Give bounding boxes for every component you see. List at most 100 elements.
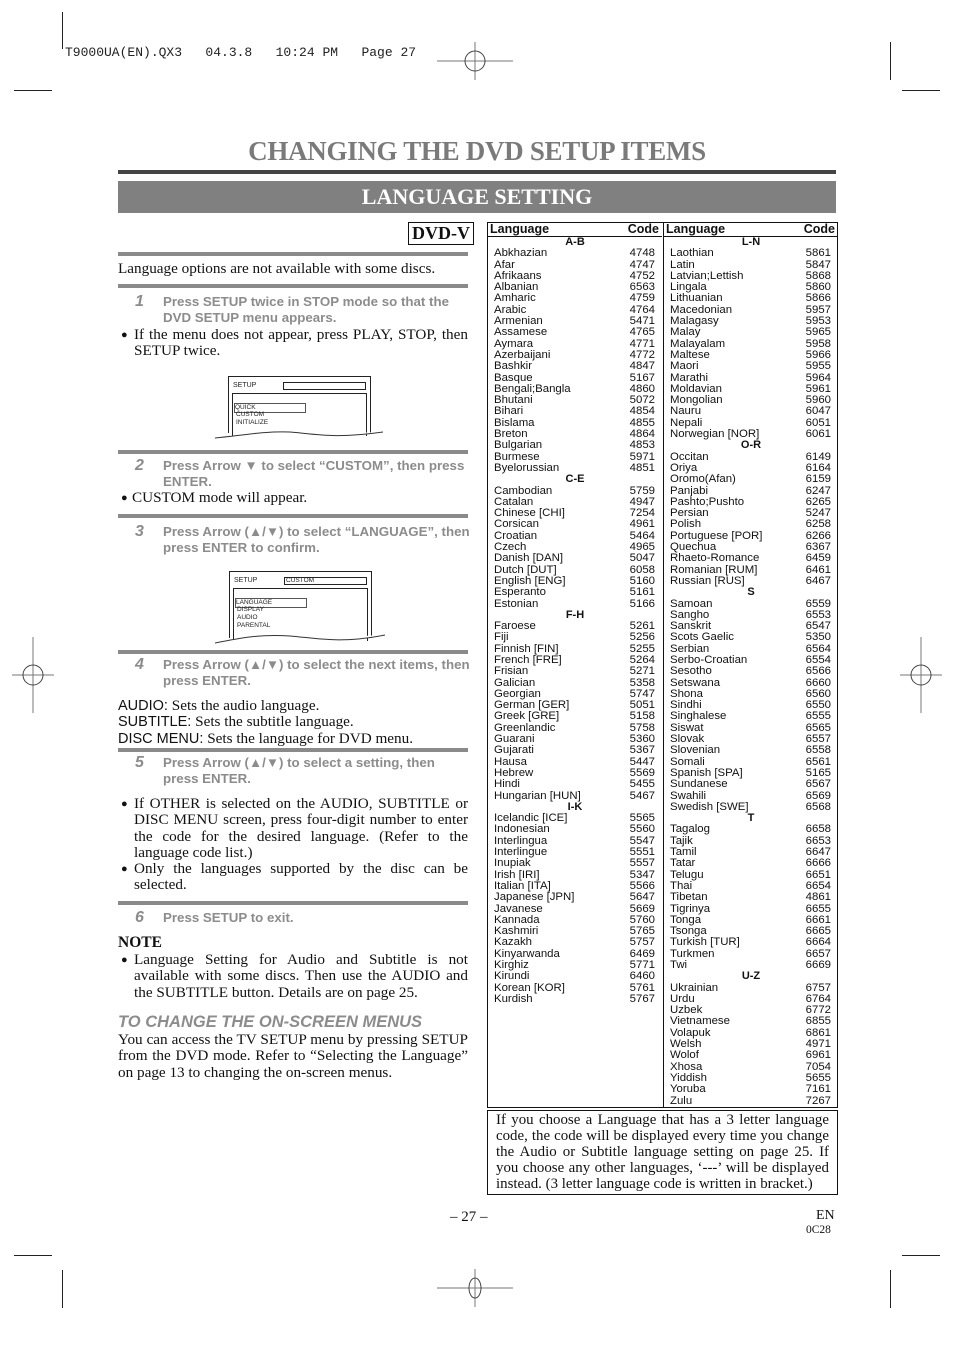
menu-item-display: DISPLAY <box>237 606 264 613</box>
language-code: 5047 <box>629 552 655 565</box>
bullet-item: ● If OTHER is selected on the AUDIO, SUB… <box>121 795 468 861</box>
language-code: 5271 <box>629 665 655 678</box>
bullet-icon: ● <box>121 798 128 810</box>
table-row: Japanese [JPN] 5647 <box>488 891 662 904</box>
language-name: Swedish [SWE] <box>670 800 749 813</box>
table-body-right: L-N Laothian 5861 Latin 5847 Latvian;Lettish 5… <box>664 236 838 1107</box>
language-code: 6566 <box>805 665 831 678</box>
language-code: 5367 <box>629 744 655 757</box>
table-row: Kirundi 6460 <box>488 970 662 983</box>
language-code: 6669 <box>805 959 831 971</box>
language-code-table: Language Code A-B Abkhazian 4748 Afar 4747 Af… <box>487 222 838 1108</box>
divider <box>118 284 468 288</box>
group-heading: C-E <box>565 473 585 486</box>
table-row: Bashkir 4847 <box>488 360 662 372</box>
table-row: Hindi 5455 <box>488 778 662 790</box>
page-title: CHANGING THE DVD SETUP ITEMS <box>248 136 706 166</box>
table-row: Rhaeto-Romance 6459 <box>664 552 838 564</box>
language-name: Inupiak <box>494 857 531 870</box>
table-row: Bulgarian 4853 <box>488 439 662 452</box>
language-code: 5161 <box>629 586 655 599</box>
registration-mark-icon <box>12 637 54 713</box>
language-code: 6558 <box>805 744 831 757</box>
language-name: Tibetan <box>670 891 708 904</box>
setup-screen-quick: SETUP QUICK CUSTOM INITIALIZE <box>228 376 371 436</box>
step-number: 5 <box>135 754 144 771</box>
registration-mark-icon <box>900 637 942 713</box>
step-2: 2 Press Arrow ▼ to select “CUSTOM”, then… <box>135 458 470 490</box>
language-name: Malay <box>670 326 701 339</box>
table-row: Wolof 6961 <box>664 1050 838 1062</box>
definition-subtitle: SUBTITLE: Sets the subtitle language. <box>118 713 354 731</box>
table-row: Fiji 5256 <box>488 631 662 644</box>
divider <box>118 514 468 518</box>
language-code: 6666 <box>805 857 831 870</box>
crop-mark <box>62 12 63 49</box>
crop-mark <box>14 90 52 91</box>
table-row: Gujarati 5367 <box>488 744 662 757</box>
page-number: – 27 – <box>450 1209 488 1225</box>
registration-mark-icon <box>437 1269 513 1307</box>
language-name: Sesotho <box>670 665 712 678</box>
step-text: Press Arrow (▲/▼) to select the next ite… <box>163 657 470 688</box>
language-code: 4851 <box>629 461 655 474</box>
step-text: Press SETUP to exit. <box>163 910 294 925</box>
onscreen-menus-heading: TO CHANGE THE ON-SCREEN MENUS <box>118 1013 423 1031</box>
table-row: Laothian 5861 <box>664 247 838 260</box>
language-code: 5955 <box>805 360 831 373</box>
language-name: Maori <box>670 360 699 373</box>
onscreen-menus-text: You can access the TV SETUP menu by pres… <box>118 1031 468 1081</box>
language-marker: EN <box>816 1208 835 1223</box>
language-code: 5350 <box>805 631 831 644</box>
language-code: 6568 <box>805 800 831 813</box>
language-name: Oromo(Afan) <box>670 473 736 486</box>
step-number: 4 <box>135 656 144 673</box>
step-text: Press Arrow (▲/▼) to select “LANGUAGE”, … <box>163 524 470 555</box>
bullet-icon: ● <box>121 329 128 341</box>
language-code: 6159 <box>805 473 831 486</box>
note-heading: NOTE <box>118 934 162 951</box>
bullet-icon: ● <box>121 954 128 966</box>
three-letter-code-notice: If you choose a Language that has a 3 le… <box>487 1110 838 1195</box>
bullet-icon: ● <box>121 863 128 875</box>
language-code: 6467 <box>805 574 831 587</box>
language-code: 4853 <box>629 439 655 452</box>
table-row: Malay 5965 <box>664 326 838 339</box>
language-name: Bulgarian <box>494 439 543 452</box>
screen-title: SETUP <box>234 577 258 584</box>
language-name: Yoruba <box>670 1083 706 1096</box>
screen-field: CUSTOM <box>284 577 367 585</box>
language-code: 5256 <box>629 631 655 644</box>
language-code: 5166 <box>629 597 655 610</box>
language-name: Russian [RUS] <box>670 574 745 587</box>
language-code: 4861 <box>805 891 831 904</box>
divider <box>118 252 468 256</box>
language-code: 5647 <box>629 891 655 904</box>
definition-disc-menu: DISC MENU: Sets the language for DVD men… <box>118 729 414 747</box>
definition-audio: AUDIO: Sets the audio language. <box>118 697 320 714</box>
language-code: 6460 <box>629 970 655 983</box>
crop-mark <box>902 90 940 91</box>
table-row: Scots Gaelic 5350 <box>664 631 838 644</box>
divider <box>118 450 468 454</box>
table-body-left: A-B Abkhazian 4748 Afar 4747 Afrikaans 4752 Alb… <box>488 236 662 1005</box>
divider <box>118 901 468 905</box>
table-row: Danish [DAN] 5047 <box>488 552 662 565</box>
language-code: 5861 <box>805 247 831 260</box>
group-heading: S <box>747 586 755 599</box>
language-name: Kurdish <box>494 992 533 1005</box>
crop-mark <box>890 42 891 80</box>
group-heading: O-R <box>740 439 762 452</box>
crop-mark <box>14 1255 52 1256</box>
language-name: Abkhazian <box>494 247 548 260</box>
language-code: 5467 <box>629 789 655 802</box>
language-code: 4748 <box>629 247 655 260</box>
title-divider <box>118 170 836 174</box>
language-code: 6061 <box>805 428 831 441</box>
language-name: Esperanto <box>494 586 546 599</box>
intro-text: Language options are not available with … <box>118 260 436 277</box>
language-name: Slovenian <box>670 744 721 757</box>
table-row: Maori 5955 <box>664 360 838 373</box>
language-name: Estonian <box>494 597 539 610</box>
language-name: Kirundi <box>494 970 530 983</box>
